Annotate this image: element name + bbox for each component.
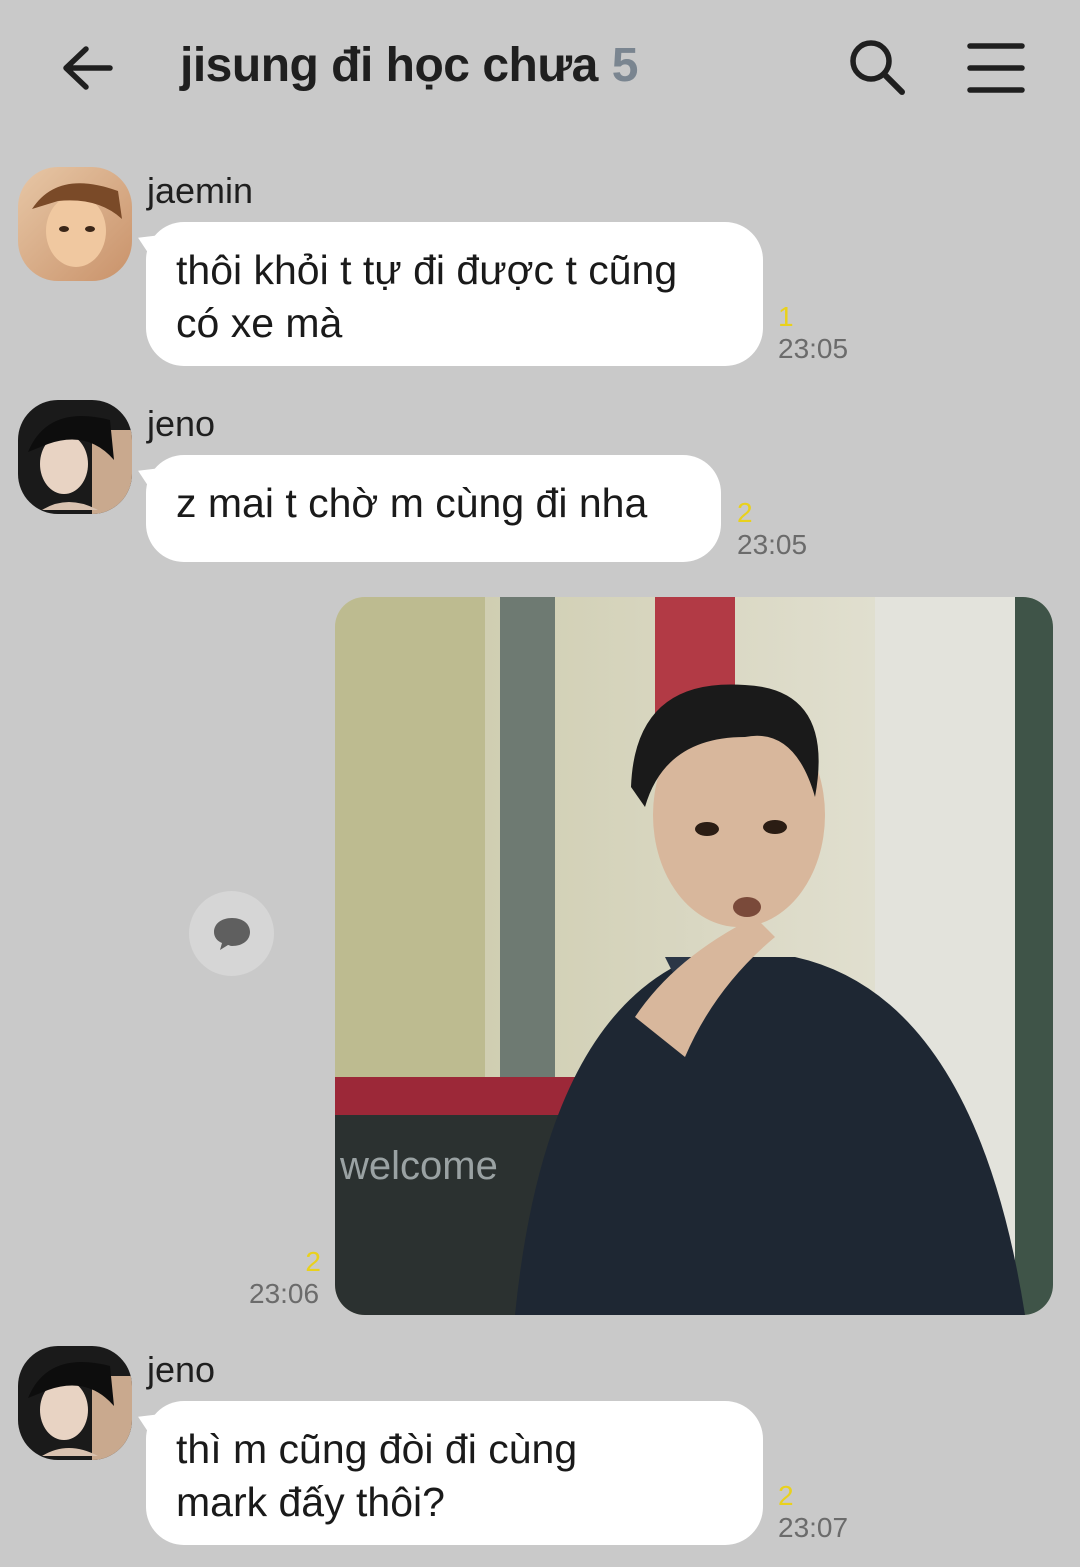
unread-count: 2	[778, 1480, 794, 1511]
chat-title-text: jisung đi học chưa	[180, 39, 598, 92]
message-meta: 2 23:07	[778, 1481, 848, 1545]
image-message[interactable]: welcome	[335, 597, 1053, 1315]
avatar-jeno[interactable]	[18, 400, 132, 514]
message-text-line: z mai t chờ m cùng đi nha	[176, 480, 648, 526]
unread-count: 2	[305, 1246, 321, 1277]
member-count: 5	[611, 39, 639, 92]
message-text-line: thì m cũng đòi đi cùng	[176, 1426, 578, 1472]
back-button[interactable]	[58, 38, 118, 98]
share-button[interactable]	[189, 891, 274, 976]
message-text-line: có xe mà	[176, 300, 343, 346]
message-meta: 2 23:05	[737, 498, 807, 562]
message-time: 23:05	[737, 529, 808, 560]
search-button[interactable]	[846, 36, 908, 98]
menu-icon	[967, 43, 1025, 93]
message-meta: 1 23:05	[778, 302, 848, 366]
message-bubble[interactable]: thôi khỏi t tự đi được t cũng có xe mà	[146, 222, 763, 366]
message-text-line: mark đấy thôi?	[176, 1479, 445, 1525]
message-bubble[interactable]: z mai t chờ m cùng đi nha	[146, 455, 721, 562]
message-meta: 2 23:06	[249, 1247, 321, 1311]
sender-name: jaemin	[147, 170, 254, 211]
avatar-jaemin[interactable]	[18, 167, 132, 281]
unread-count: 2	[737, 497, 753, 528]
avatar-jeno[interactable]	[18, 1346, 132, 1460]
message-time: 23:06	[249, 1278, 320, 1309]
search-icon	[850, 40, 905, 95]
message-bubble[interactable]: thì m cũng đòi đi cùng mark đấy thôi?	[146, 1401, 763, 1545]
message-time: 23:07	[778, 1512, 849, 1543]
arrow-left-icon	[63, 46, 113, 90]
menu-button[interactable]	[966, 40, 1026, 96]
message-text-line: thôi khỏi t tự đi được t cũng	[176, 247, 678, 293]
speech-bubble-icon	[214, 918, 250, 950]
chat-header: jisung đi học chưa 5	[0, 0, 1080, 135]
unread-count: 1	[778, 301, 794, 332]
image-caption: welcome	[339, 1144, 498, 1188]
sender-name: jeno	[147, 1349, 216, 1390]
chat-title: jisung đi học chưa 5	[180, 38, 639, 93]
message-time: 23:05	[778, 333, 849, 364]
sender-name: jeno	[147, 403, 216, 444]
